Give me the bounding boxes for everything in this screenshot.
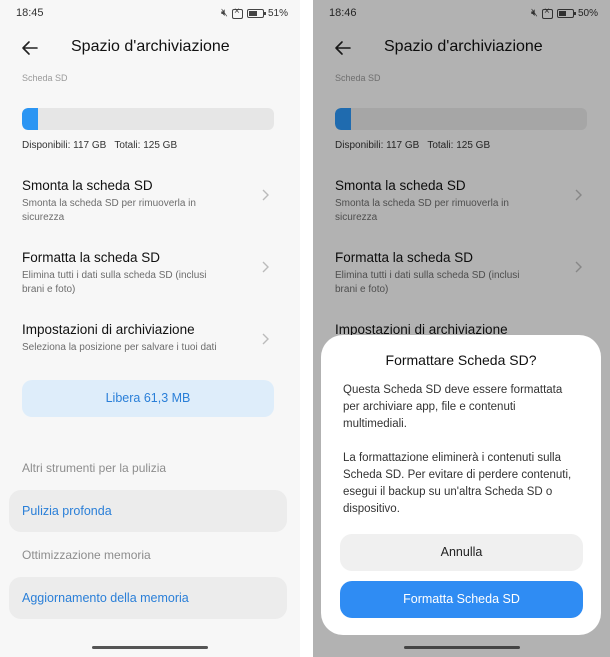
memory-optimization-label: Ottimizzazione memoria <box>22 548 151 562</box>
format-sd-button[interactable]: Formatta Scheda SD <box>340 581 583 618</box>
storage-used-fill <box>22 108 39 130</box>
chevron-right-icon <box>262 189 269 201</box>
top-bar: Spazio d'archiviazione <box>20 36 290 60</box>
storage-total: Totali: 125 GB <box>114 140 178 151</box>
storage-info: Disponibili: 117 GB Totali: 125 GB <box>22 140 177 151</box>
cancel-button[interactable]: Annulla <box>340 534 583 571</box>
right-screen: 18:46 🔇︎ 50% Spazio d'archiviazione Sche… <box>313 0 610 657</box>
battery-icon <box>246 9 266 18</box>
section-label: Scheda SD <box>22 73 68 83</box>
status-time: 18:45 <box>16 7 44 19</box>
mute-icon: 🔇︎ <box>221 7 228 19</box>
format-dialog: Formattare Scheda SD? Questa Scheda SD d… <box>321 335 601 635</box>
menu-unmount-sd[interactable]: Smonta la scheda SD Smonta la scheda SD … <box>22 178 282 225</box>
status-icons: 🔇︎ 51% <box>221 6 288 20</box>
page-title: Spazio d'archiviazione <box>71 38 230 55</box>
menu-item-subtitle: Elimina tutti i dati sulla scheda SD (in… <box>22 270 207 295</box>
storage-usage-bar <box>22 108 274 130</box>
dialog-message-1: Questa Scheda SD deve essere formattata … <box>343 384 563 431</box>
battery-percent: 51% <box>267 8 288 19</box>
menu-format-sd[interactable]: Formatta la scheda SD Elimina tutti i da… <box>22 250 282 297</box>
cleanup-tools-label: Altri strumenti per la pulizia <box>22 461 167 475</box>
memory-update-button[interactable]: Aggiornamento della memoria <box>9 577 287 619</box>
left-screen: 18:45 🔇︎ 51% Spazio d'archiviazione Sche… <box>0 0 300 657</box>
chevron-right-icon <box>262 333 269 345</box>
free-space-button[interactable]: Libera 61,3 MB <box>22 380 274 417</box>
home-indicator[interactable] <box>92 646 208 649</box>
storage-available: Disponibili: 117 GB <box>22 140 107 151</box>
deep-clean-button[interactable]: Pulizia profonda <box>9 490 287 532</box>
sim-off-icon <box>231 6 243 19</box>
back-arrow-icon[interactable] <box>20 38 40 58</box>
dialog-title: Formattare Scheda SD? <box>385 352 537 368</box>
menu-storage-settings[interactable]: Impostazioni di archiviazione Seleziona … <box>22 322 282 355</box>
menu-item-title: Smonta la scheda SD <box>22 178 153 193</box>
menu-item-title: Impostazioni di archiviazione <box>22 322 195 337</box>
dialog-message-2: La formattazione eliminerà i contenuti s… <box>343 452 572 516</box>
menu-item-title: Formatta la scheda SD <box>22 250 161 265</box>
screen-divider <box>300 0 313 657</box>
menu-item-subtitle: Smonta la scheda SD per rimuoverla in si… <box>22 198 196 223</box>
status-bar: 18:45 🔇︎ 51% <box>16 6 288 22</box>
home-indicator[interactable] <box>403 646 520 649</box>
menu-item-subtitle: Seleziona la posizione per salvare i tuo… <box>22 342 217 353</box>
chevron-right-icon <box>262 261 269 273</box>
